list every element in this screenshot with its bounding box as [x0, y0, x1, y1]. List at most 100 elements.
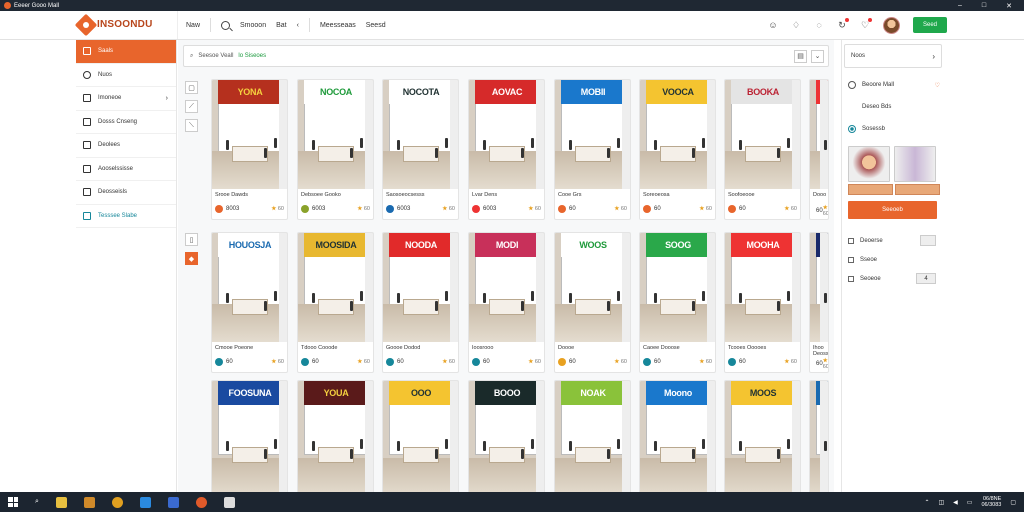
store-card[interactable]: VOOCA Soreoeosa 60 ★ 60: [639, 79, 716, 220]
nav-item-4[interactable]: Meesseaas: [320, 22, 356, 29]
note-icon[interactable]: ▢: [185, 81, 198, 94]
store-card[interactable]: YOUA: [297, 380, 374, 495]
notification-icon[interactable]: ♡: [860, 18, 872, 30]
tag-icon: [83, 141, 91, 150]
apply-button[interactable]: Seeoeb: [848, 201, 937, 219]
store-card[interactable]: AOVAC Lvar Dens 6003 ★ 60: [468, 79, 545, 220]
checkbox-icon[interactable]: [848, 237, 854, 244]
chevron-icon[interactable]: ‹: [297, 22, 299, 29]
store-card[interactable]: MODI Ioosrooo 60 ★ 60: [468, 232, 545, 373]
maximize-button[interactable]: □: [982, 2, 986, 10]
dropdown-icon[interactable]: ⌄: [811, 49, 824, 63]
store-title: Tcooes Ooooes: [728, 345, 767, 351]
store-card[interactable]: NOODA Goooe Dodod 60 ★ 60: [382, 232, 459, 373]
start-icon[interactable]: [8, 497, 18, 507]
rating-value: 60: [705, 359, 712, 365]
clock[interactable]: 06/8NE 06/3083: [981, 496, 1001, 508]
sidebar-item-6[interactable]: Deosseisls: [76, 181, 176, 205]
refresh-icon[interactable]: ↻: [837, 18, 849, 30]
edit-icon[interactable]: ⟍: [185, 119, 198, 132]
control-row-3: Seoeoe 4: [842, 269, 946, 288]
option-3[interactable]: Sosessb: [842, 118, 946, 140]
store-title: Dooo: [813, 192, 827, 198]
app-icon[interactable]: [83, 496, 95, 508]
user-icon[interactable]: ☺: [768, 20, 778, 30]
window-controls: – □ ✕: [958, 2, 1020, 10]
store-card[interactable]: MOCCUO: [809, 380, 829, 495]
thumbnail-image[interactable]: [894, 146, 936, 182]
nav-item-2[interactable]: Smooon: [240, 22, 266, 29]
chat-icon[interactable]: ◌: [814, 20, 824, 30]
store-code: 60: [312, 359, 319, 365]
store-card[interactable]: SOOG Caoee Dooose 60 ★ 60: [639, 232, 716, 373]
minimize-button[interactable]: –: [958, 2, 962, 10]
store-card[interactable]: BOOO: [468, 380, 545, 495]
chevron-up-icon[interactable]: ⌃: [924, 499, 929, 506]
browser-icon[interactable]: [111, 496, 123, 508]
folder-icon[interactable]: [55, 496, 67, 508]
bell-icon[interactable]: ♢: [791, 20, 801, 30]
volume-icon[interactable]: ◀: [953, 499, 958, 506]
toggle-box[interactable]: [920, 235, 936, 246]
store-card[interactable]: GOOGRAIhoo Deosse60★ 60: [809, 232, 829, 373]
rating: ★ 60: [784, 359, 797, 365]
store-card[interactable]: YONA Srooe Dawds 8003 ★ 60: [211, 79, 288, 220]
store-card[interactable]: NOAK: [554, 380, 631, 495]
store-card[interactable]: MOBA Dooo 60★ 60: [809, 79, 829, 220]
search-icon[interactable]: [221, 20, 231, 30]
store-card[interactable]: BOOKA Soofoeooe 60 ★ 60: [724, 79, 801, 220]
panel-header[interactable]: Noos ›: [844, 44, 942, 68]
mail-icon[interactable]: [167, 496, 179, 508]
sidebar-item-4[interactable]: Deolees: [76, 134, 176, 158]
nav-item-1[interactable]: Naw: [186, 22, 200, 29]
avatar[interactable]: [883, 16, 900, 34]
cart-icon: [83, 188, 91, 197]
store-title: Ihoo Deosse: [813, 345, 829, 357]
search-icon[interactable]: ⌕: [35, 498, 39, 506]
sidebar-item-2[interactable]: Imoneoe ›: [76, 87, 176, 111]
option-2[interactable]: Deseo Bds: [842, 96, 946, 118]
flag-icon[interactable]: ◆: [185, 252, 198, 265]
filter-tag[interactable]: lo Siseoes: [238, 53, 266, 59]
rating-value: 60: [277, 206, 284, 212]
sidebar-item-3[interactable]: Dosss Cnseng: [76, 111, 176, 134]
store-card[interactable]: Moono: [639, 380, 716, 495]
sidebar-item-7[interactable]: Tesssee Slabe: [76, 205, 176, 228]
store-card[interactable]: MOOS: [724, 380, 801, 495]
nav-item-3[interactable]: Bat: [276, 22, 287, 29]
file-icon[interactable]: [223, 496, 235, 508]
value-box[interactable]: 4: [916, 273, 936, 284]
store-code: 60: [739, 206, 746, 212]
sidebar-item-0[interactable]: Saals: [76, 40, 176, 64]
option-1[interactable]: Beoore Mall ♡: [842, 74, 946, 96]
thumbnail-image[interactable]: [848, 146, 890, 182]
store-card[interactable]: MOOHA Tcooes Ooooes 60 ★ 60: [724, 232, 801, 373]
page-icon[interactable]: ▯: [185, 233, 198, 246]
store-card[interactable]: NOCOTA Saosoeocsesss 6003 ★ 60: [382, 79, 459, 220]
checkbox-icon[interactable]: [848, 256, 854, 263]
sidebar-item-1[interactable]: Nuos: [76, 64, 176, 87]
store-badge-icon: [386, 205, 394, 213]
checkbox-icon[interactable]: [848, 275, 854, 282]
store-card[interactable]: MOBII Cooe Grs 60 ★ 60: [554, 79, 631, 220]
app2-icon[interactable]: [195, 496, 207, 508]
sidebar-item-5[interactable]: Aooselssisse: [76, 158, 176, 181]
store-card[interactable]: MOOSIDA Tdooo Cooode 60 ★ 60: [297, 232, 374, 373]
logo[interactable]: INSOONDU: [0, 11, 178, 39]
edge-icon[interactable]: [139, 496, 151, 508]
network-icon[interactable]: ◫: [938, 499, 944, 506]
battery-icon[interactable]: ▭: [967, 499, 973, 506]
notifications-icon[interactable]: ▢: [1010, 499, 1016, 506]
store-card[interactable]: HOUOSJA Cmooe Poeone 60 ★ 60: [211, 232, 288, 373]
close-button[interactable]: ✕: [1006, 2, 1012, 10]
pen-icon[interactable]: ⟋: [185, 100, 198, 113]
nav-item-5[interactable]: Seesd: [366, 22, 386, 29]
store-card[interactable]: NOCOA Debsoee Gooko 6003 ★ 60: [297, 79, 374, 220]
view-toggle-icon[interactable]: ▤: [794, 49, 807, 63]
store-card[interactable]: WOOS Doooe 60 ★ 60: [554, 232, 631, 373]
search-filter-bar[interactable]: ⌕ Seesoe Veall lo Siseoes ▤ ⌄: [183, 45, 829, 67]
store-card[interactable]: OOO: [382, 380, 459, 495]
store-card[interactable]: FOOSUNA: [211, 380, 288, 495]
signup-button[interactable]: Seed: [913, 17, 947, 33]
tool-column-1: ▢ ⟋ ⟍: [185, 81, 199, 132]
